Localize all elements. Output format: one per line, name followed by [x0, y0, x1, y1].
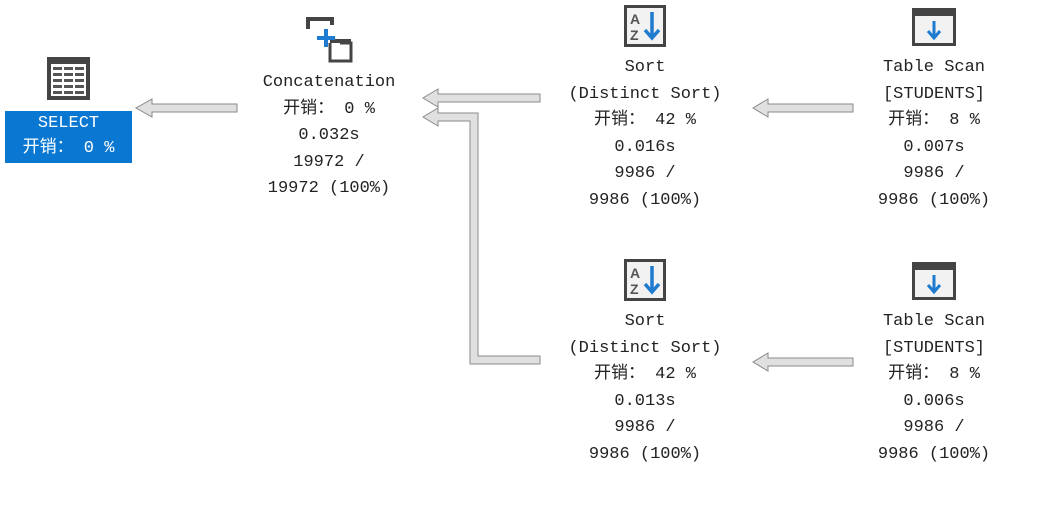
node-rows: 9986 / — [614, 164, 676, 183]
arrow-scan2-to-sort2 — [752, 352, 854, 372]
node-subtitle: (Distinct Sort) — [568, 84, 722, 104]
sort-az-icon[interactable]: A Z — [623, 4, 667, 48]
node-rows-pct: 9986 (100%) — [588, 444, 702, 464]
svg-text:Z: Z — [630, 27, 639, 43]
svg-text:Z: Z — [630, 281, 639, 297]
node-subtitle: (Distinct Sort) — [568, 338, 722, 358]
node-subtitle: [STUDENTS] — [882, 84, 986, 104]
node-name: Table Scan — [882, 312, 986, 331]
node-cost: 开销： 42 % — [593, 111, 696, 130]
node-name: Table Scan — [882, 58, 986, 77]
node-rows-pct: 9986 (100%) — [877, 444, 991, 464]
node-rows-pct: 19972 (100%) — [267, 179, 391, 198]
svg-text:A: A — [630, 11, 640, 27]
node-rows: 19972 / — [293, 152, 365, 172]
node-name: Concatenation — [262, 73, 396, 92]
node-subtitle: [STUDENTS] — [882, 338, 986, 358]
arrow-sort1-to-concat — [422, 88, 541, 108]
node-rows-pct: 9986 (100%) — [877, 190, 991, 210]
concatenation-node[interactable]: Concatenation 开销： 0 % 0.032s 19972 / 199… — [263, 70, 396, 203]
node-rows: 9986 / — [614, 418, 676, 437]
node-rows: 9986 / — [903, 164, 965, 183]
arrow-concat-to-select — [134, 98, 238, 118]
node-rows: 9986 / — [903, 418, 965, 437]
node-time: 0.007s — [903, 137, 965, 157]
select-node[interactable]: SELECT 开销： 0 % — [5, 111, 132, 163]
result-table-icon[interactable] — [46, 56, 91, 101]
node-time: 0.006s — [903, 391, 965, 411]
node-rows-pct: 9986 (100%) — [588, 190, 702, 210]
node-time: 0.016s — [614, 137, 676, 157]
table-scan-icon[interactable] — [911, 261, 957, 301]
node-cost: 开销： 0 % — [22, 139, 115, 158]
sort-az-icon[interactable]: A Z — [623, 258, 667, 302]
node-cost: 开销： 42 % — [593, 365, 696, 384]
node-name: Sort — [624, 58, 666, 77]
node-cost: 开销： 8 % — [888, 365, 980, 384]
arrow-sort2-to-concat — [422, 107, 541, 365]
table-scan-node-2[interactable]: Table Scan [STUDENTS] 开销： 8 % 0.006s 998… — [878, 309, 990, 468]
svg-text:A: A — [630, 265, 640, 281]
node-name: Sort — [624, 312, 666, 331]
sort-node-2[interactable]: Sort (Distinct Sort) 开销： 42 % 0.013s 998… — [568, 309, 721, 468]
sort-node-1[interactable]: Sort (Distinct Sort) 开销： 42 % 0.016s 998… — [568, 55, 721, 214]
node-time: 0.032s — [298, 126, 360, 145]
node-name: SELECT — [37, 114, 100, 133]
table-scan-node-1[interactable]: Table Scan [STUDENTS] 开销： 8 % 0.007s 998… — [878, 55, 990, 214]
node-cost: 开销： 0 % — [283, 99, 375, 119]
arrow-scan1-to-sort1 — [752, 98, 854, 118]
node-time: 0.013s — [614, 391, 676, 411]
concatenation-icon[interactable] — [306, 17, 353, 63]
node-cost: 开销： 8 % — [888, 111, 980, 130]
table-scan-icon[interactable] — [911, 7, 957, 47]
